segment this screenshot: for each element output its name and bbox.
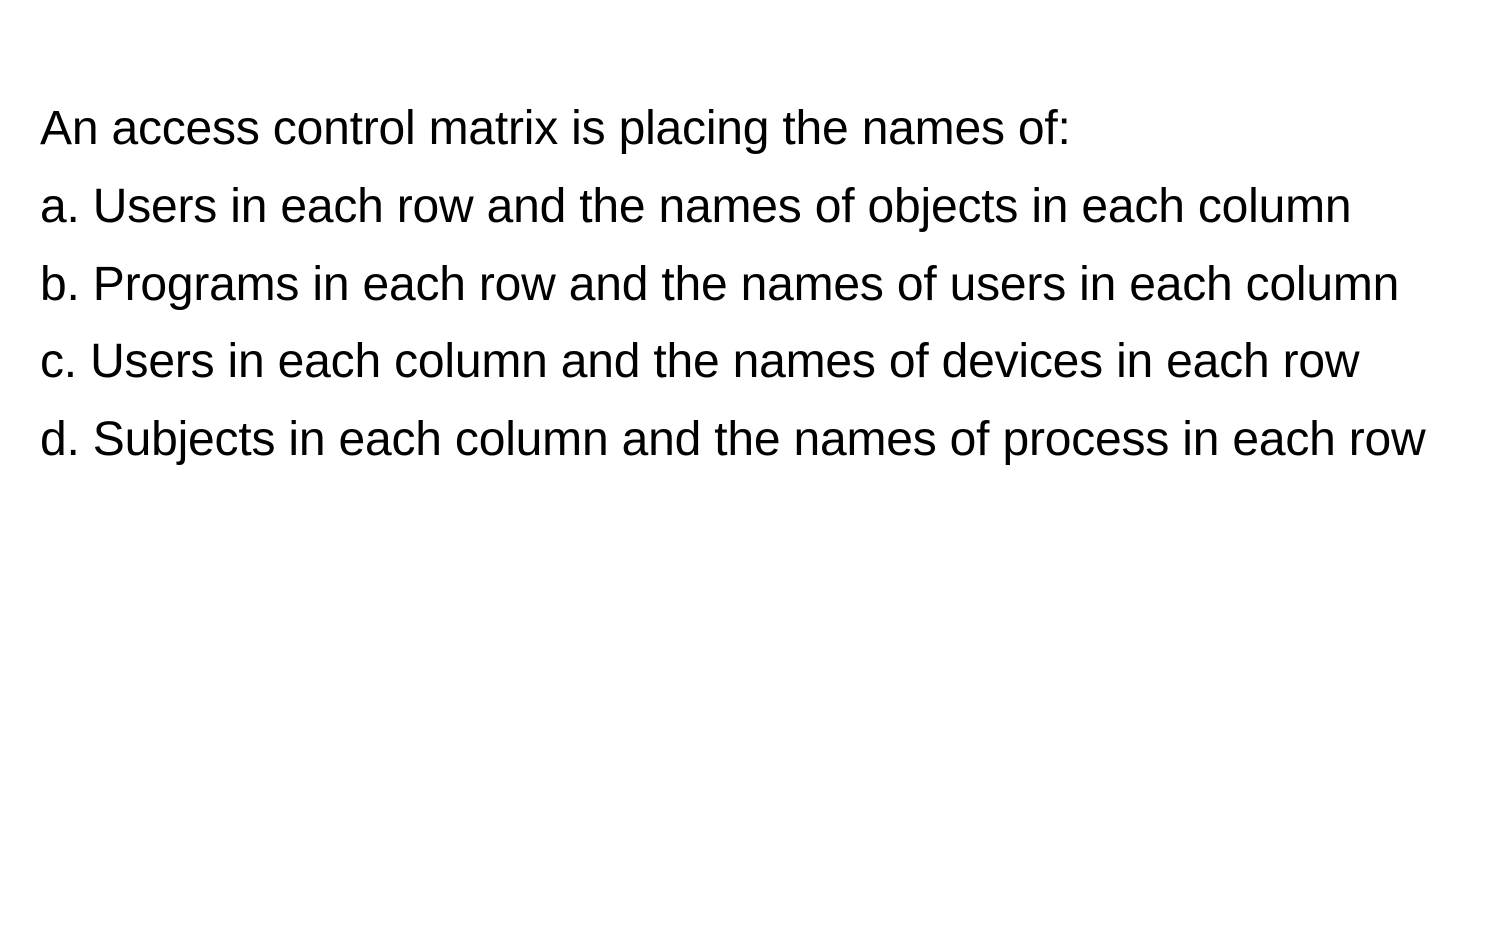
question-block: An access control matrix is placing the … [0, 0, 1500, 519]
question-stem: An access control matrix is placing the … [40, 90, 1460, 168]
option-a: a. Users in each row and the names of ob… [40, 168, 1460, 246]
option-d: d. Subjects in each column and the names… [40, 401, 1460, 479]
option-b: b. Programs in each row and the names of… [40, 246, 1460, 324]
option-c: c. Users in each column and the names of… [40, 323, 1460, 401]
